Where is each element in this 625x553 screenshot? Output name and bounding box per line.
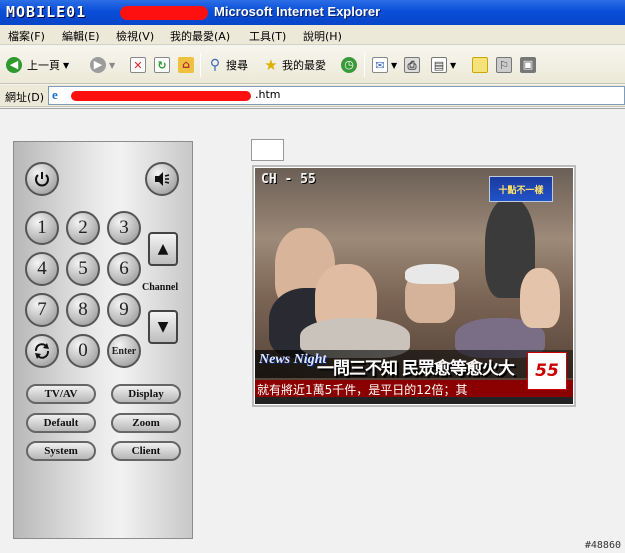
speaker-icon — [155, 172, 170, 186]
ie-page-icon: e — [52, 87, 58, 102]
note-icon — [472, 57, 488, 73]
bottom-strip — [255, 397, 573, 404]
edit-icon: ▤ — [431, 57, 447, 73]
channel-logo: 55 — [527, 352, 567, 390]
menu-favorites[interactable]: 我的最愛(A) — [170, 28, 230, 44]
watermark: #48860 — [584, 540, 621, 551]
mute-button[interactable] — [145, 162, 179, 196]
remote-control: 1 2 3 4 5 6 7 8 9 0 Enter ▲ Channel ▼ TV… — [13, 141, 193, 539]
print-icon: ⎙ — [404, 57, 420, 73]
back-label: 上一頁 — [27, 59, 60, 72]
favorites-button[interactable]: ★ 我的最愛 — [263, 54, 326, 76]
news-ticker: 就有將近1萬5千件，是平日的12倍；其 — [255, 380, 573, 397]
messenger-button[interactable]: ▣ — [520, 54, 536, 76]
chevron-down-icon: ▼ — [450, 60, 457, 70]
star-icon: ★ — [264, 56, 278, 74]
address-bar: 網址(D) e .htm — [0, 85, 625, 107]
messenger-icon: ▣ — [520, 57, 536, 73]
search-icon: ⚲ — [209, 57, 221, 73]
search-button[interactable]: ⚲ 搜尋 — [207, 54, 248, 76]
news-headline: 一問三不知 民眾愈等愈火大 — [317, 359, 515, 379]
discuss-button[interactable] — [472, 54, 488, 76]
digit-5-button[interactable]: 5 — [66, 252, 100, 286]
chevron-down-icon: ▼ — [391, 60, 398, 70]
crowd-figure — [520, 268, 560, 328]
back-arrow-icon: ◀ — [6, 57, 22, 73]
toolbar: ◀ 上一頁 ▼ ▶ ▼ ✕ ↻ ⌂ ⚲ 搜尋 ★ 我的最愛 ◷ ✉ ▼ ⎙ ▤ … — [0, 46, 625, 84]
forward-button[interactable]: ▶ ▼ — [90, 54, 115, 76]
client-button[interactable]: Client — [111, 441, 181, 461]
power-icon — [35, 172, 49, 187]
channel-down-button[interactable]: ▼ — [148, 310, 178, 344]
stop-button[interactable]: ✕ — [130, 54, 146, 76]
mail-button[interactable]: ✉ ▼ — [372, 54, 397, 76]
redaction-mark — [120, 6, 208, 20]
digit-9-button[interactable]: 9 — [107, 293, 141, 327]
digit-1-button[interactable]: 1 — [25, 211, 59, 245]
research-button[interactable]: ⚐ — [496, 54, 512, 76]
tv-screen: CH - 55 十點不一樣 News Night 一問三不知 民眾愈等愈火大 就… — [255, 168, 573, 404]
search-label: 搜尋 — [226, 59, 248, 72]
recall-button[interactable] — [25, 334, 59, 368]
chevron-down-icon: ▼ — [109, 60, 116, 70]
mail-icon: ✉ — [372, 57, 388, 73]
system-button[interactable]: System — [26, 441, 96, 461]
channel-label: Channel — [142, 282, 179, 293]
menu-bar: 檔案(F) 編輯(E) 檢視(V) 我的最愛(A) 工具(T) 說明(H) — [0, 25, 625, 45]
tv-display-frame: CH - 55 十點不一樣 News Night 一問三不知 民眾愈等愈火大 就… — [252, 165, 576, 407]
print-button[interactable]: ⎙ — [404, 54, 420, 76]
address-label: 網址(D) — [5, 91, 45, 104]
address-url-suffix: .htm — [255, 88, 281, 101]
digit-2-button[interactable]: 2 — [66, 211, 100, 245]
site-logo: MOBILE01 — [6, 3, 87, 21]
status-box — [251, 139, 284, 161]
default-button[interactable]: Default — [26, 413, 96, 433]
power-button[interactable] — [25, 162, 59, 196]
zoom-button[interactable]: Zoom — [111, 413, 181, 433]
forward-arrow-icon: ▶ — [90, 57, 106, 73]
window-title: Microsoft Internet Explorer — [214, 4, 381, 19]
refresh-icon: ↻ — [154, 57, 170, 73]
digit-6-button[interactable]: 6 — [107, 252, 141, 286]
menu-view[interactable]: 檢視(V) — [116, 28, 154, 44]
home-button[interactable]: ⌂ — [178, 54, 194, 76]
back-button[interactable]: ◀ 上一頁 ▼ — [6, 54, 69, 76]
enter-button[interactable]: Enter — [107, 334, 141, 368]
stop-icon: ✕ — [130, 57, 146, 73]
digit-3-button[interactable]: 3 — [107, 211, 141, 245]
crowd-figure — [405, 264, 459, 284]
research-icon: ⚐ — [496, 57, 512, 73]
chevron-down-icon: ▼ — [63, 60, 70, 70]
history-button[interactable]: ◷ — [341, 54, 357, 76]
recall-icon — [34, 343, 50, 359]
digit-7-button[interactable]: 7 — [25, 293, 59, 327]
digit-4-button[interactable]: 4 — [25, 252, 59, 286]
menu-edit[interactable]: 編輯(E) — [62, 28, 100, 44]
ticker-text: 就有將近1萬5千件，是平日的12倍；其 — [257, 383, 468, 397]
edit-button[interactable]: ▤ ▼ — [431, 54, 456, 76]
digit-0-button[interactable]: 0 — [66, 334, 100, 368]
display-button[interactable]: Display — [111, 384, 181, 404]
menu-tools[interactable]: 工具(T) — [249, 28, 286, 44]
history-icon: ◷ — [341, 57, 357, 73]
tv-av-button[interactable]: TV/AV — [26, 384, 96, 404]
redaction-mark — [71, 91, 251, 101]
refresh-button[interactable]: ↻ — [154, 54, 170, 76]
toolbar-separator — [200, 53, 201, 77]
toolbar-separator — [364, 53, 365, 77]
menu-help[interactable]: 說明(H) — [303, 28, 342, 44]
favorites-label: 我的最愛 — [282, 59, 326, 72]
digit-8-button[interactable]: 8 — [66, 293, 100, 327]
channel-overlay: CH - 55 — [261, 172, 316, 187]
title-bar: MOBILE01 Microsoft Internet Explorer — [0, 0, 625, 25]
home-icon: ⌂ — [178, 57, 194, 73]
page-content: 1 2 3 4 5 6 7 8 9 0 Enter ▲ Channel ▼ TV… — [0, 108, 625, 553]
station-badge: 十點不一樣 — [489, 176, 553, 202]
address-input[interactable]: e .htm — [48, 86, 625, 105]
channel-up-button[interactable]: ▲ — [148, 232, 178, 266]
menu-file[interactable]: 檔案(F) — [8, 28, 45, 44]
